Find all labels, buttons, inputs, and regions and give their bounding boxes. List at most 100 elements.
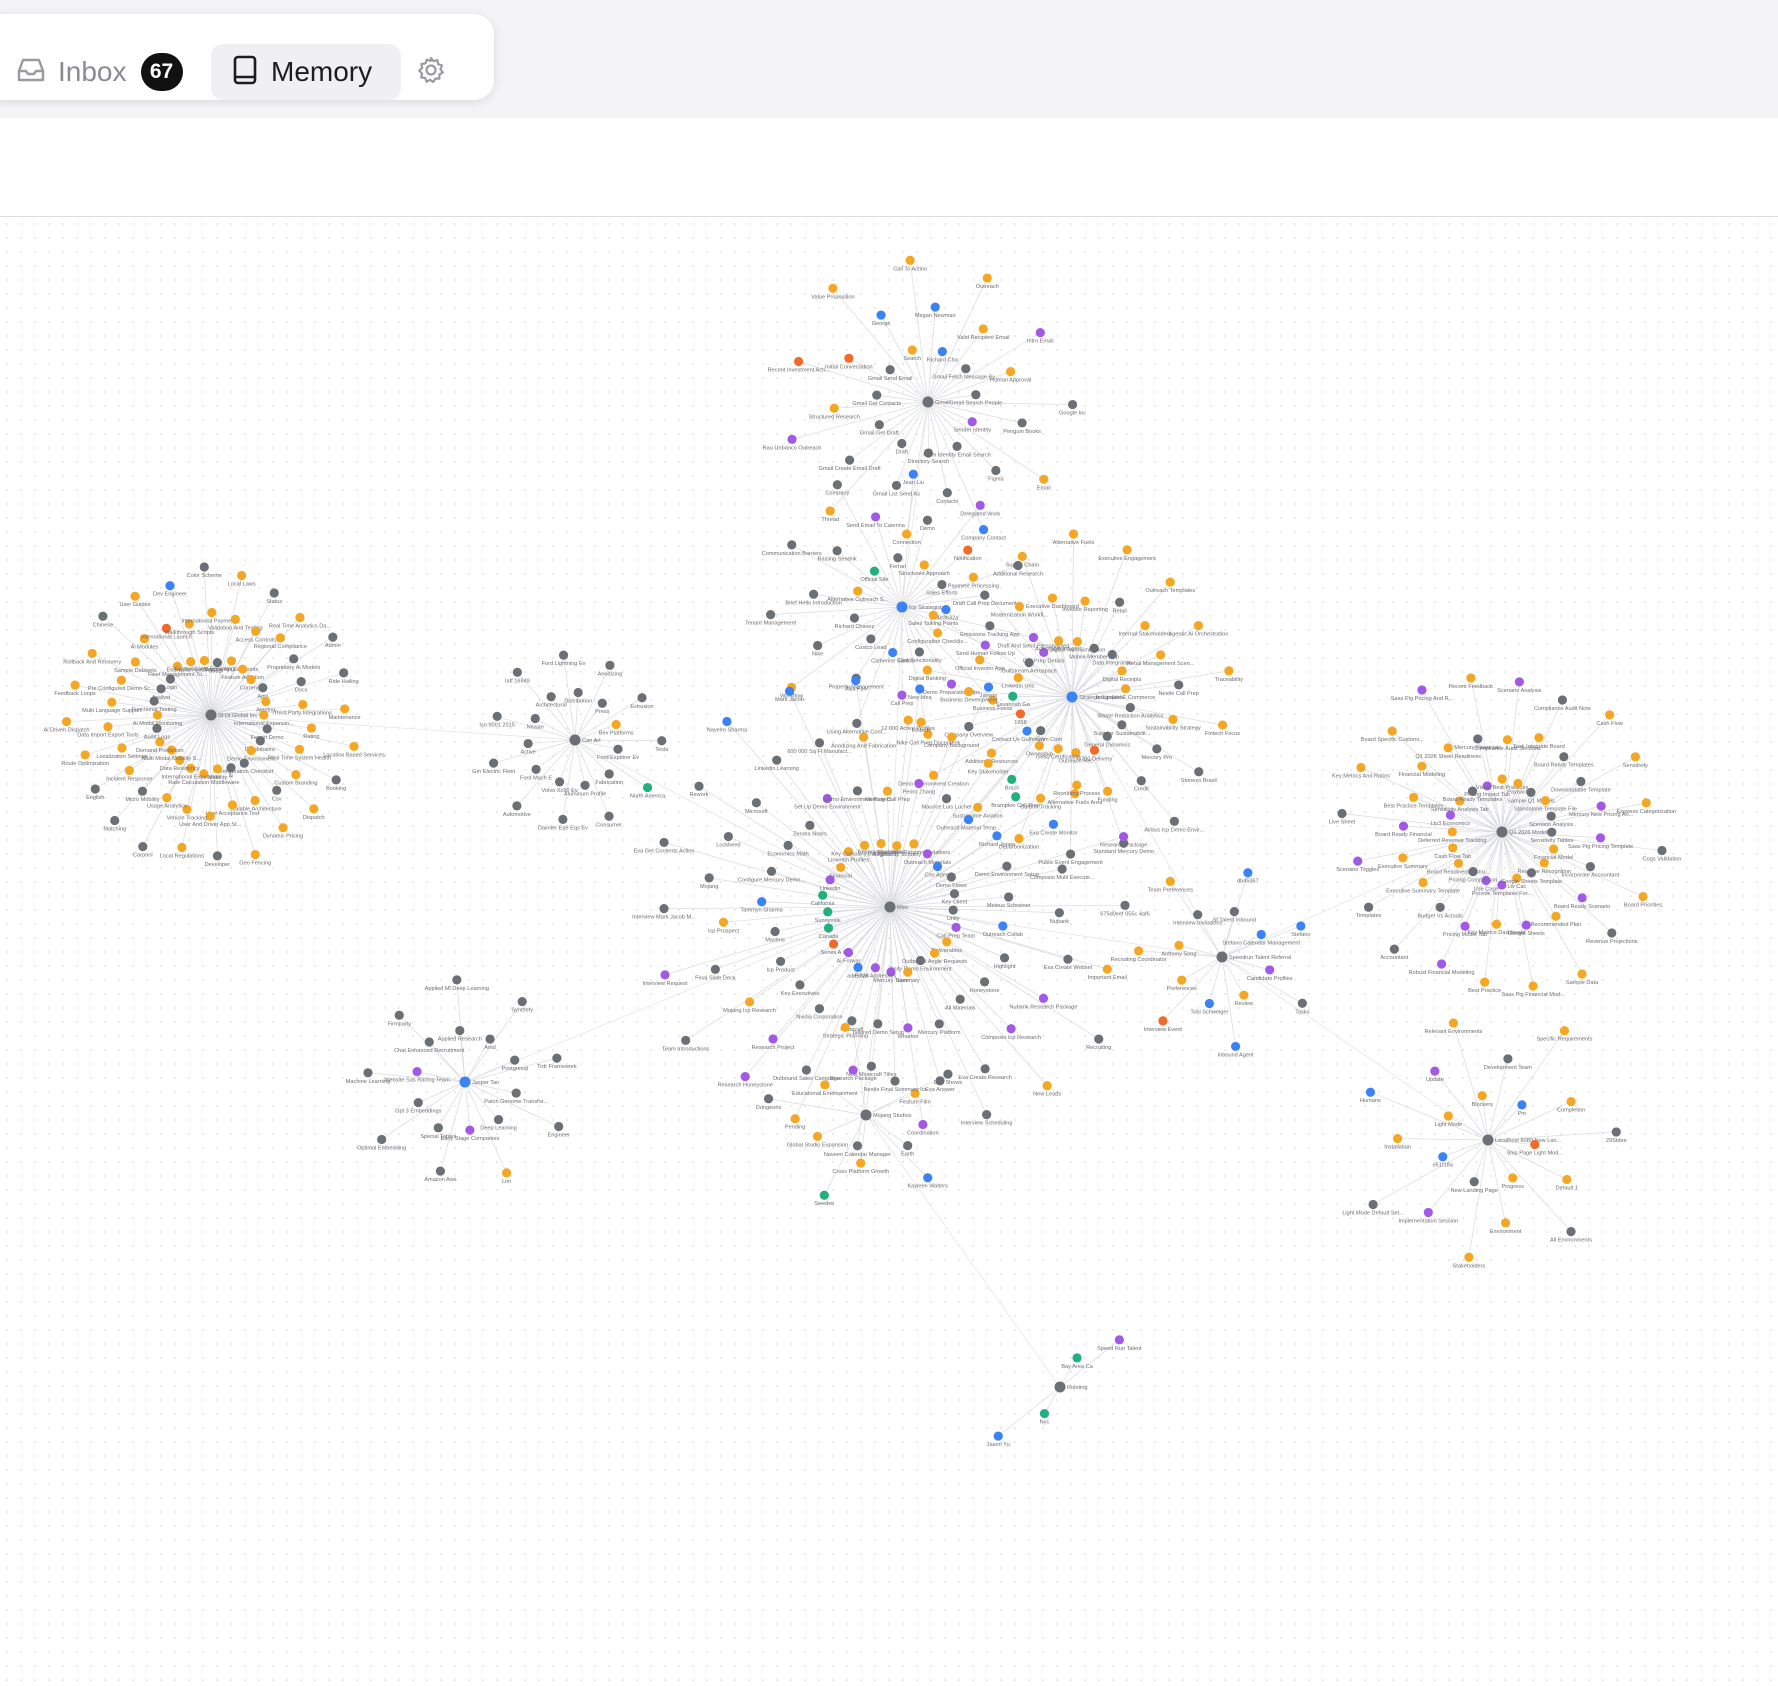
graph-node-675d0eef-055c-4af6[interactable]: 675d0eef 055c 4af6: [1100, 900, 1150, 918]
graph-node-from-identity-email-search[interactable]: From Identity Email Search: [923, 441, 991, 459]
graph-node-economics-math[interactable]: Economics Math: [767, 840, 809, 858]
graph-node-development-team[interactable]: Development Team: [1484, 1054, 1532, 1071]
graph-node-completion[interactable]: Completion: [1557, 1096, 1585, 1114]
graph-node-budget-vs-actuals[interactable]: Budget Vs Actuals: [1417, 902, 1463, 920]
graph-node-gmail-get-contacts[interactable]: Gmail Get Contacts: [852, 390, 901, 407]
graph-node-stefano-calendar-management[interactable]: Stefano Calendar Management: [1222, 929, 1301, 947]
graph-node-mojang-icp-research[interactable]: Mojang Icp Research: [723, 997, 776, 1014]
graph-node-inbound-agent[interactable]: Inbound Agent: [1218, 1041, 1255, 1059]
graph-node-ford-mach-e[interactable]: Ford Mach E: [520, 764, 552, 782]
graph-node-research-project[interactable]: Research Project: [752, 1034, 795, 1051]
graph-node-key-metrics-and-ratios[interactable]: Key Metrics And Ratios: [1332, 762, 1390, 780]
graph-node-environment[interactable]: Environment: [1490, 1218, 1522, 1235]
graph-node-delegated-work[interactable]: Delegated Work: [960, 500, 1000, 518]
graph-node-recent-feedback[interactable]: Recent Feedback: [1449, 673, 1493, 690]
graph-node-board-specific-customi[interactable]: Board Specific Customi...: [1361, 726, 1424, 743]
graph-node-communication-barriers[interactable]: Communication Barriers: [762, 540, 822, 557]
graph-node-proprietary-ai-models[interactable]: Proprietary Ai Models: [267, 654, 320, 671]
graph-node-interview-request[interactable]: Interview Request: [643, 970, 688, 987]
graph-node-nissan[interactable]: Nissan: [527, 713, 544, 731]
graph-node-important-email[interactable]: Important Email: [1088, 964, 1127, 982]
graph-node-nubank[interactable]: Nubank: [1050, 908, 1069, 925]
graph-node-revenue-projections[interactable]: Revenue Projections: [1586, 928, 1638, 945]
graph-node-richard-chavez[interactable]: Richard Chavez: [835, 613, 875, 630]
graph-node-draft-call-prep-document[interactable]: Draft Call Prep Document: [953, 590, 1017, 608]
graph-node-gmail-send-email[interactable]: Gmail Send Email: [868, 365, 913, 382]
graph-node-gm-electric-fleet[interactable]: Gm Electric Fleet: [472, 758, 516, 776]
graph-node-demo[interactable]: Demo: [920, 515, 935, 533]
graph-node-call-to-action[interactable]: Call To Action: [893, 255, 927, 273]
graph-node-1958[interactable]: 1958: [1014, 709, 1027, 726]
graph-node-sweden[interactable]: Sweden: [814, 1190, 834, 1208]
graph-node-naveen-sharma[interactable]: Naveen Sharma: [707, 716, 748, 734]
graph-node-pending[interactable]: Pending: [785, 1114, 806, 1131]
graph-node-speed-run-talent[interactable]: Speed Run Talent: [1097, 1335, 1142, 1352]
graph-node-ai-driven-dispatch[interactable]: Ai Driven Dispatch: [44, 716, 90, 734]
graph-node-daimler-eqe-eqs-ev[interactable]: Daimler Eqe Eqs Ev: [538, 814, 588, 832]
graph-node-george[interactable]: George: [872, 310, 891, 327]
graph-node-nubank-research-package[interactable]: Nubank Research Package: [1009, 993, 1078, 1011]
graph-node-value-proposition[interactable]: Value Proposition: [811, 283, 855, 301]
graph-node-pre-configured-demo-sc[interactable]: Pre Configured Demo Sc...: [88, 675, 155, 693]
graph-node-jayson[interactable]: Jayson: [980, 682, 998, 699]
graph-node-team-preferences[interactable]: Team Preferences: [1148, 876, 1194, 894]
graph-node-third-party-integrations[interactable]: Third Party Integrations: [274, 699, 332, 717]
graph-node-status[interactable]: Status: [266, 588, 282, 605]
graph-node-carpool[interactable]: Carpool: [133, 841, 153, 859]
graph-node-incident-response[interactable]: Incident Response: [106, 765, 153, 783]
graph-node-official-investor-app[interactable]: Official Investor App: [955, 655, 1005, 672]
graph-node-retail-management-scen[interactable]: Retail Management Scen...: [1127, 650, 1195, 667]
graph-node-thread[interactable]: Thread: [821, 506, 839, 523]
graph-node-sender-identity[interactable]: Sender Identity: [953, 417, 991, 434]
graph-node-initial-conversation[interactable]: Initial Conversation: [825, 353, 873, 371]
graph-node-team-introductions[interactable]: Team Introductions: [662, 1035, 710, 1053]
graph-node-update[interactable]: Update: [1426, 1066, 1444, 1084]
graph-node-call-prep-team[interactable]: Call Prep Team: [937, 922, 975, 940]
graph-node-automotive[interactable]: Automotive: [503, 801, 531, 818]
graph-node-review[interactable]: Review: [1235, 990, 1254, 1008]
graph-node-robust-financial-modeling[interactable]: Robust Financial Modeling: [1409, 959, 1475, 976]
graph-node-sensitivity[interactable]: Sensitivity: [1623, 752, 1648, 769]
graph-node-exa-create-monitor[interactable]: Exa Create Monitor: [1029, 819, 1078, 837]
graph-node-richard-jones[interactable]: Richard Jones: [979, 831, 1015, 848]
graph-node-new-landing-page[interactable]: New Landing Page: [1451, 1177, 1498, 1194]
graph-node-contact-us-gulfstream-com[interactable]: Contact Us Gulfstream Com: [992, 726, 1062, 743]
graph-node-compliance-audit-note[interactable]: Compliance Audit Note: [1534, 695, 1591, 712]
graph-node-bev-platforms[interactable]: Bev Platforms: [599, 719, 634, 737]
graph-node-figma[interactable]: Figma: [988, 465, 1005, 483]
graph-node-live-sheet[interactable]: Live Sheet: [1329, 808, 1356, 826]
graph-node-connection[interactable]: Connection: [892, 529, 921, 546]
graph-node-applied-research[interactable]: Applied Research: [438, 1025, 482, 1043]
graph-node-color-scheme[interactable]: Color Scheme: [187, 562, 222, 579]
graph-node-supplier-sustainabilit[interactable]: Supplier Sustainabilit...: [1093, 720, 1151, 737]
graph-node-chinese[interactable]: Chinese: [93, 611, 114, 629]
graph-node-savannah-ga[interactable]: Savannah Ga: [996, 691, 1031, 709]
graph-node-honeystone[interactable]: Honeystone: [970, 977, 1000, 994]
graph-node-linkedin-urls[interactable]: Linkedin Urls: [1002, 673, 1035, 690]
graph-node-consumer[interactable]: Consumer: [596, 811, 622, 829]
graph-node-draft[interactable]: Draft: [896, 438, 909, 456]
graph-node-blockers[interactable]: Blockers: [1472, 1091, 1494, 1108]
graph-node-airbus-icp-demo-envir[interactable]: Airbus Icp Demo Envir...: [1144, 816, 1205, 834]
graph-node-integrated-e-commerce[interactable]: Integrated E Commerce: [1096, 684, 1155, 701]
graph-node-scenario-toggles[interactable]: Scenario Toggles: [1336, 856, 1379, 874]
graph-node-megan-newman[interactable]: Megan Newman: [915, 302, 956, 319]
graph-node-dispatch[interactable]: Dispatch: [303, 804, 325, 821]
graph-node-board-priorities[interactable]: Board Priorities: [1624, 891, 1662, 909]
graph-node-new-leads[interactable]: New Leads: [1033, 1081, 1061, 1098]
graph-node-accountant[interactable]: Accountant: [1380, 944, 1409, 961]
graph-node-ade5326[interactable]: ade5326: [847, 962, 869, 980]
graph-node-interview-scheduling[interactable]: Interview Scheduling: [961, 1110, 1013, 1127]
graph-node-downloadable-template[interactable]: Downloadable Template: [1551, 776, 1611, 794]
graph-node-lim[interactable]: Lim: [501, 1168, 511, 1185]
graph-node-developer[interactable]: Developer: [205, 851, 231, 868]
graph-node-gpt-3-embeddings[interactable]: Gpt 3 Embeddings: [395, 1097, 442, 1115]
graph-node-saas-pig-pricing-and-r[interactable]: Saas Pig Pricing And R...: [1391, 685, 1454, 702]
graph-node-zendra-notes[interactable]: Zendra Notes: [793, 820, 827, 838]
graph-node-maintenance[interactable]: Maintenance: [329, 704, 361, 721]
graph-node-dungeons[interactable]: Dungeons: [756, 1094, 782, 1111]
graph-node-meteus-schreiner[interactable]: Meteus Schreiner: [987, 892, 1031, 909]
graph-node-templates[interactable]: Templates: [1356, 902, 1382, 920]
graph-node-cash-flow-tab[interactable]: Cash Flow Tab: [1434, 843, 1471, 860]
graph-node-icp-prospect[interactable]: Icp Prospect: [708, 917, 740, 935]
